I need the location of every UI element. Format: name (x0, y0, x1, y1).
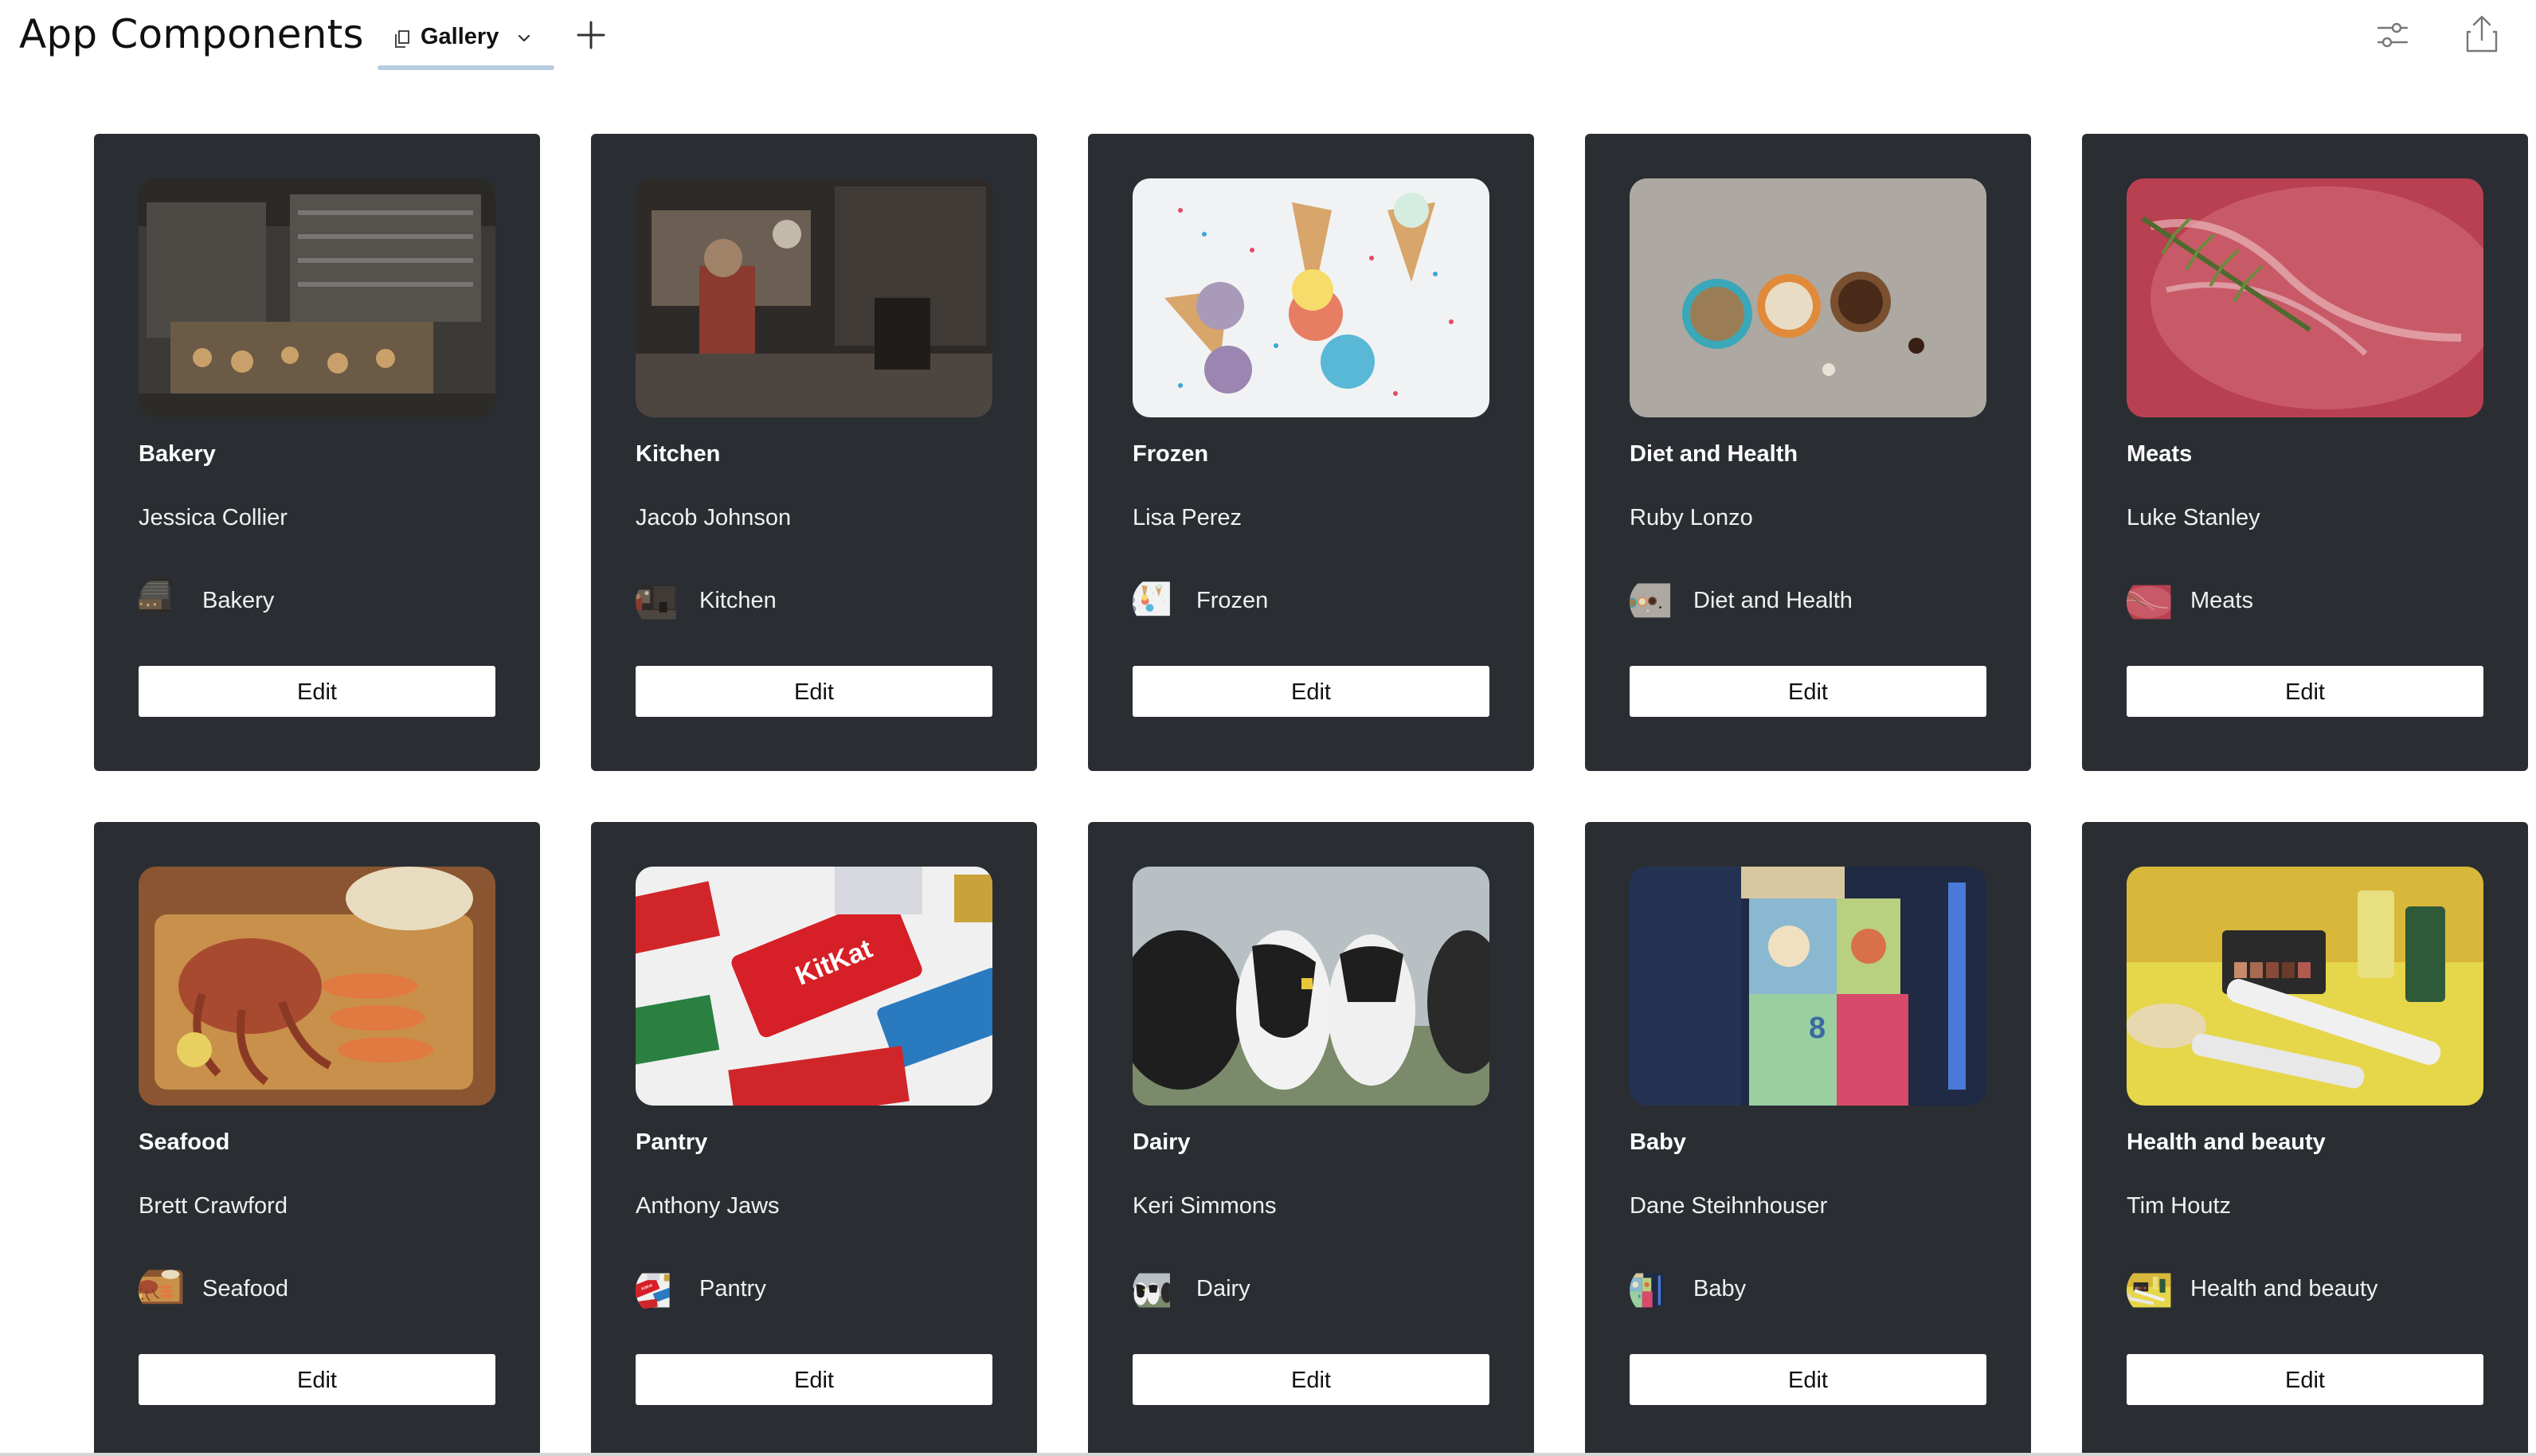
tab-label: Gallery (421, 24, 499, 49)
avatar (139, 577, 190, 628)
gallery-card-baby[interactable]: Baby Dane Steihnhouser Baby Edit (1585, 822, 2031, 1456)
gallery-card-diet-and-health[interactable]: Diet and Health Ruby Lonzo Diet and Heal… (1585, 134, 2031, 771)
edit-button[interactable]: Edit (139, 1354, 495, 1405)
edit-button[interactable]: Edit (2127, 1354, 2483, 1405)
card-category-label: Pantry (699, 1276, 766, 1301)
card-title: Dairy (1133, 1129, 1191, 1155)
gallery-card-pantry[interactable]: Pantry Anthony Jaws Pantry Edit (591, 822, 1037, 1456)
edit-button[interactable]: Edit (1630, 1354, 1986, 1405)
card-title: Health and beauty (2127, 1129, 2326, 1155)
edit-button[interactable]: Edit (2127, 666, 2483, 717)
card-image (1133, 178, 1489, 417)
top-bar: App Components Gallery (0, 0, 2536, 73)
gallery: Bakery Jessica Collier Bakery Edit Kitch… (94, 134, 2536, 1456)
card-image (139, 178, 495, 417)
gallery-card-bakery[interactable]: Bakery Jessica Collier Bakery Edit (94, 134, 540, 771)
card-image (1630, 867, 1986, 1106)
gallery-card-frozen[interactable]: Frozen Lisa Perez Frozen Edit (1088, 134, 1534, 771)
avatar (636, 577, 687, 628)
card-category-label: Baby (1693, 1276, 1747, 1301)
sliders-icon[interactable] (2375, 18, 2410, 53)
avatar (1630, 1265, 1681, 1316)
card-person-name: Anthony Jaws (636, 1193, 780, 1219)
app-title: App Components (19, 11, 364, 57)
card-person-name: Lisa Perez (1133, 505, 1243, 530)
card-category-label: Diet and Health (1693, 588, 1853, 613)
edit-button[interactable]: Edit (1630, 666, 1986, 717)
avatar (1133, 1265, 1184, 1316)
gallery-card-health-and-beauty[interactable]: Health and beauty Tim Houtz Health and b… (2082, 822, 2528, 1456)
card-title: Baby (1630, 1129, 1686, 1155)
card-category-label: Kitchen (699, 588, 777, 613)
card-image (636, 867, 992, 1106)
avatar (636, 1265, 687, 1316)
card-person-name: Ruby Lonzo (1630, 505, 1753, 530)
card-image (2127, 178, 2483, 417)
card-image (1133, 867, 1489, 1106)
tab-gallery[interactable]: Gallery (378, 6, 554, 70)
card-image (139, 867, 495, 1106)
edit-button[interactable]: Edit (636, 666, 992, 717)
avatar (1630, 577, 1681, 628)
gallery-card-seafood[interactable]: Seafood Brett Crawford Seafood Edit (94, 822, 540, 1456)
edit-button[interactable]: Edit (636, 1354, 992, 1405)
card-category-label: Meats (2190, 588, 2253, 613)
card-title: Kitchen (636, 441, 721, 467)
card-category-label: Health and beauty (2190, 1276, 2378, 1301)
card-image (1630, 178, 1986, 417)
gallery-card-kitchen[interactable]: Kitchen Jacob Johnson Kitchen Edit (591, 134, 1037, 771)
card-title: Pantry (636, 1129, 708, 1155)
bottom-divider (0, 1453, 2536, 1456)
card-person-name: Tim Houtz (2127, 1193, 2232, 1219)
card-person-name: Dane Steihnhouser (1630, 1193, 1828, 1219)
card-person-name: Keri Simmons (1133, 1193, 1277, 1219)
avatar (139, 1265, 190, 1316)
card-title: Frozen (1133, 441, 1209, 467)
avatar (2127, 1265, 2178, 1316)
card-category-label: Bakery (202, 588, 275, 613)
chevron-down-icon[interactable] (513, 27, 535, 49)
gallery-card-dairy[interactable]: Dairy Keri Simmons Dairy Edit (1088, 822, 1534, 1456)
card-title: Seafood (139, 1129, 230, 1155)
card-person-name: Jessica Collier (139, 505, 288, 530)
edit-button[interactable]: Edit (1133, 666, 1489, 717)
card-category-label: Dairy (1196, 1276, 1250, 1301)
card-category-label: Frozen (1196, 588, 1269, 613)
avatar (2127, 577, 2178, 628)
plus-icon[interactable] (573, 18, 609, 53)
tab-page-icon (395, 30, 409, 48)
card-category-label: Seafood (202, 1276, 289, 1301)
card-title: Bakery (139, 441, 216, 467)
tab-active-indicator (378, 65, 554, 70)
edit-button[interactable]: Edit (1133, 1354, 1489, 1405)
card-title: Diet and Health (1630, 441, 1798, 467)
edit-button[interactable]: Edit (139, 666, 495, 717)
card-image (2127, 867, 2483, 1106)
card-image (636, 178, 992, 417)
avatar (1133, 577, 1184, 628)
card-person-name: Brett Crawford (139, 1193, 288, 1219)
gallery-card-meats[interactable]: Meats Luke Stanley Meats Edit (2082, 134, 2528, 771)
share-icon[interactable] (2463, 14, 2501, 54)
card-title: Meats (2127, 441, 2193, 467)
card-person-name: Jacob Johnson (636, 505, 792, 530)
card-person-name: Luke Stanley (2127, 505, 2260, 530)
